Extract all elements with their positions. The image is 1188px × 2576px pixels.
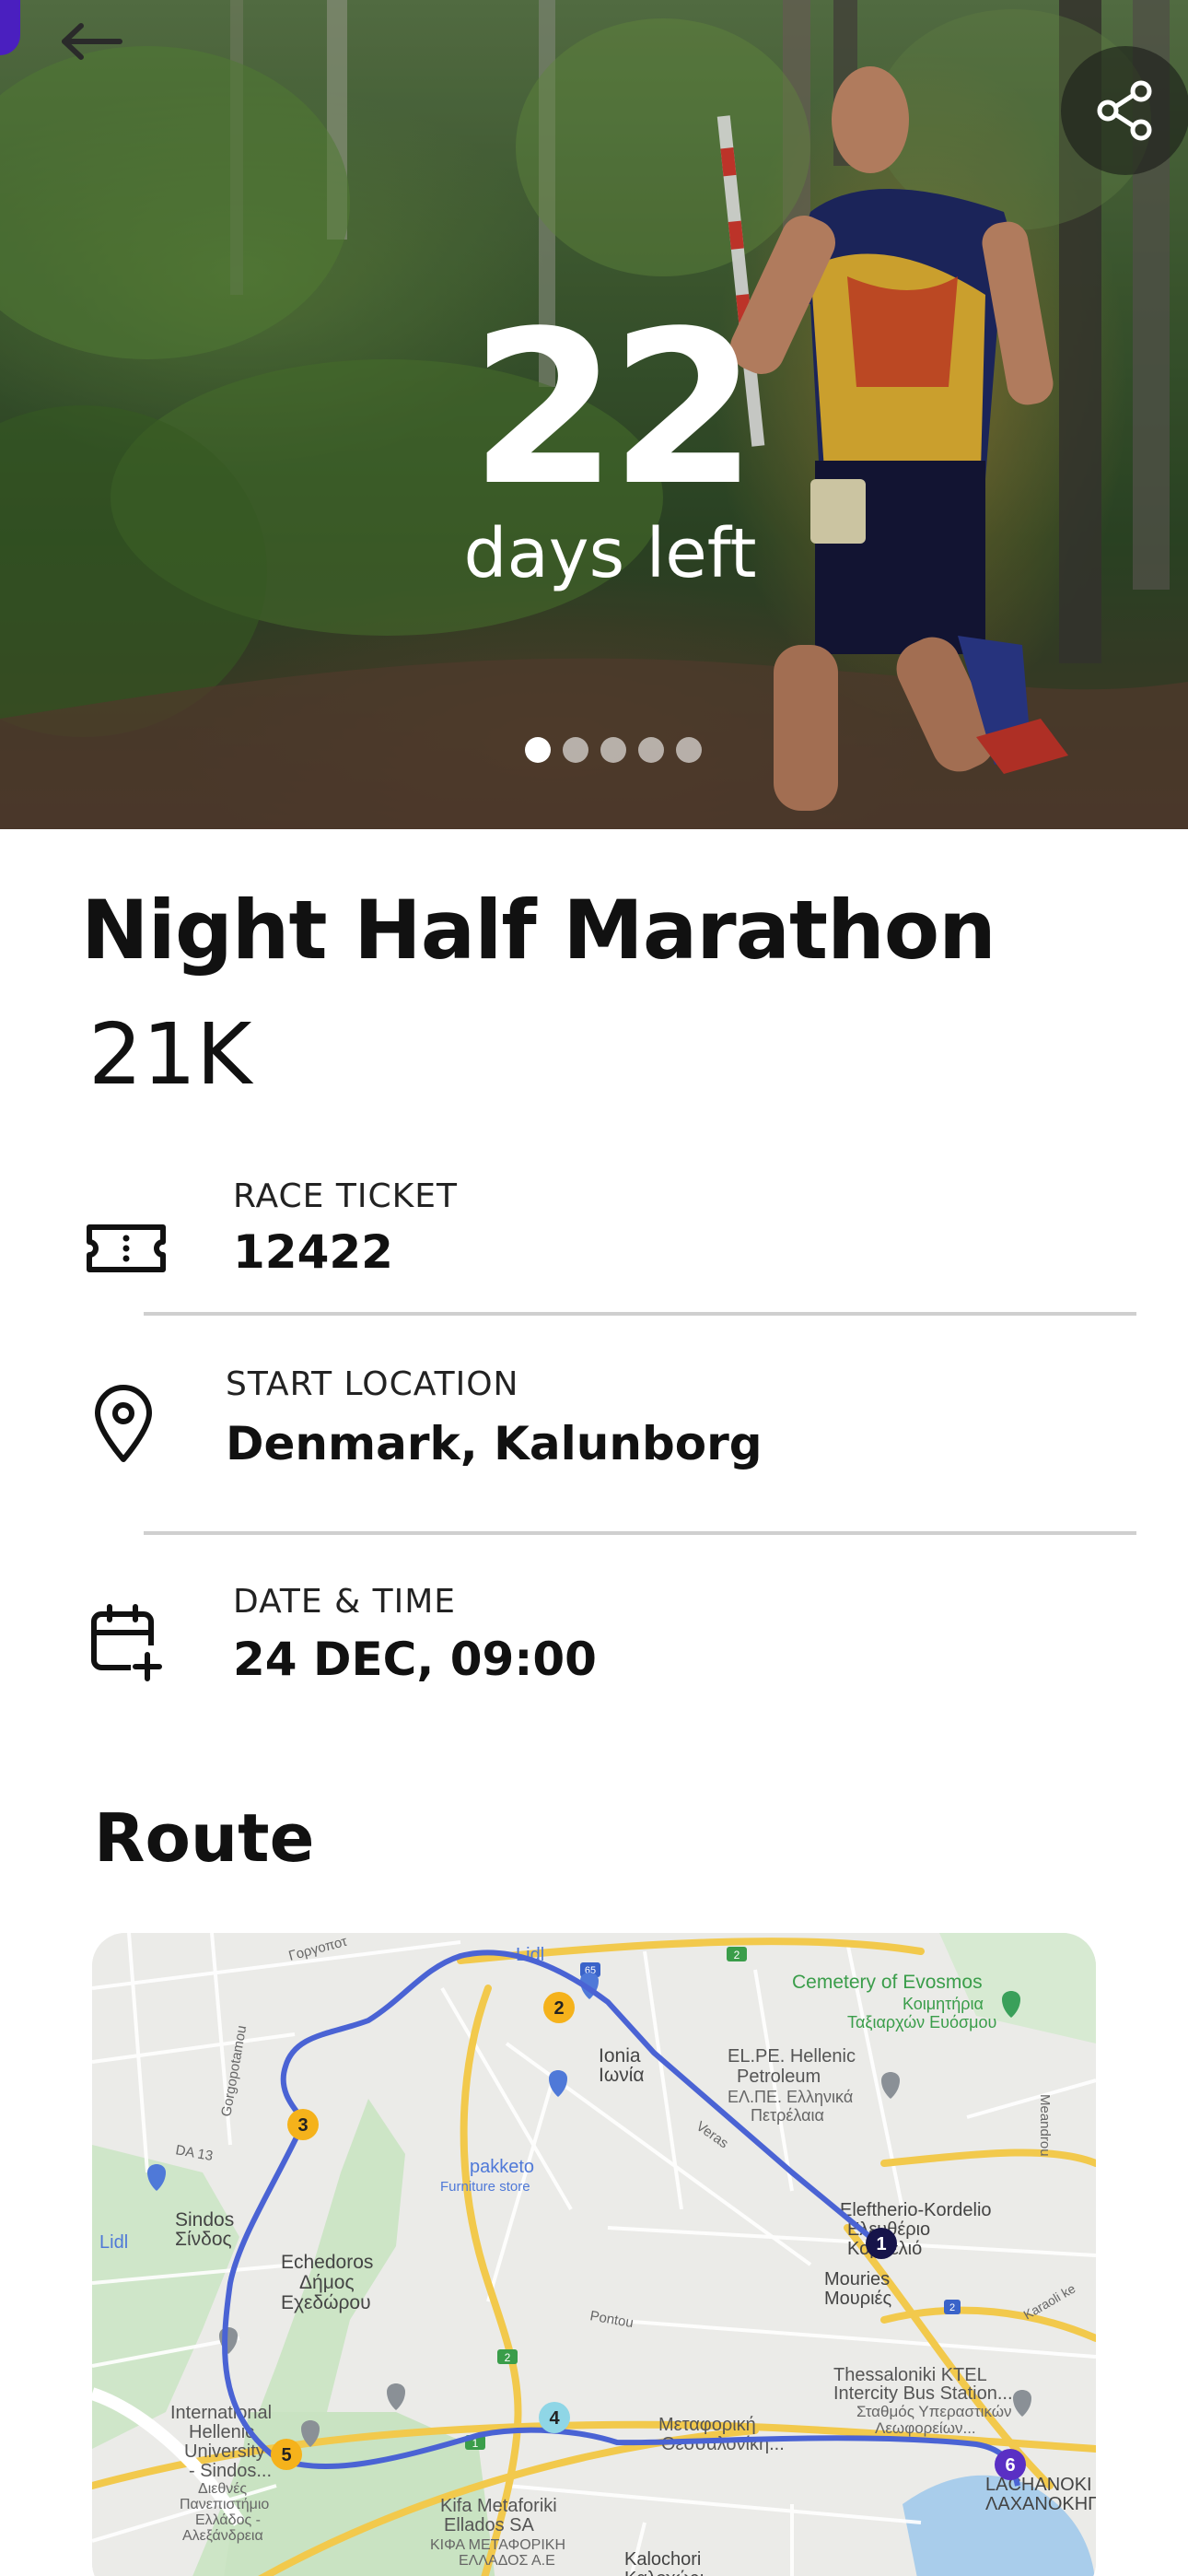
carousel-dot[interactable] [638,737,664,763]
carousel-dot[interactable] [600,737,626,763]
datetime-value: 24 DEC, 09:00 [233,1633,597,1686]
svg-text:pakketo: pakketo [470,2157,534,2177]
svg-text:Σταθμός Υπεραστικών: Σταθμός Υπεραστικών [856,2403,1012,2420]
svg-text:Lidl: Lidl [99,2232,128,2253]
svg-text:2: 2 [505,2351,511,2364]
map-pin-icon [85,1382,168,1465]
svg-text:University: University [184,2441,265,2462]
svg-text:Διεθνές: Διεθνές [198,2481,247,2497]
svg-text:Thessaloniki KTEL: Thessaloniki KTEL [833,2365,987,2385]
route-title: Route [94,1799,315,1877]
calendar-plus-icon [85,1601,168,1684]
svg-text:Κοιμητήρια: Κοιμητήρια [903,1995,984,2013]
svg-text:Λεωφορείων...: Λεωφορείων... [875,2419,976,2437]
location-label: START LOCATION [226,1365,519,1403]
svg-text:Sindos: Sindos [175,2209,234,2231]
svg-text:Petroleum: Petroleum [737,2067,821,2087]
svg-text:ΕΛΛΑΔΟΣ Α.Ε: ΕΛΛΑΔΟΣ Α.Ε [459,2553,555,2569]
divider [144,1531,1136,1535]
arrow-left-icon [62,23,122,60]
svg-text:Ταξιαρχών Ευόσμου: Ταξιαρχών Ευόσμου [847,2013,996,2032]
map-label: Cemetery of Evosmos [792,1972,983,1993]
svg-text:Ιωνία: Ιωνία [599,2065,645,2086]
svg-text:4: 4 [549,2408,560,2429]
svg-text:Πανεπιστήμιο: Πανεπιστήμιο [180,2497,269,2512]
svg-text:2: 2 [949,2302,955,2313]
svg-text:Εχεδώρου: Εχεδώρου [281,2292,371,2313]
svg-text:LACHANOKI: LACHANOKI [985,2475,1092,2495]
svg-text:Meandrou: Meandrou [1037,2094,1053,2157]
svg-text:Μουριές: Μουριές [824,2289,891,2309]
svg-text:Mouries: Mouries [824,2269,890,2289]
svg-text:Ελλάδος -: Ελλάδος - [195,2512,261,2528]
svg-text:ΕΛ.ΠΕ. Ελληνικά: ΕΛ.ΠΕ. Ελληνικά [728,2088,853,2106]
datetime-row[interactable]: DATE & TIME 24 DEC, 09:00 [0,1566,1188,1732]
countdown: 22 days left [0,287,1188,593]
svg-text:Intercity Bus Station...: Intercity Bus Station... [833,2383,1013,2404]
carousel-indicator [525,737,702,763]
carousel-dot[interactable] [676,737,702,763]
ticket-row[interactable]: RACE TICKET 12422 [0,1170,1188,1308]
svg-text:Ellados SA: Ellados SA [444,2515,534,2535]
svg-text:International: International [170,2403,272,2423]
svg-text:ΚΙΦΑ ΜΕΤΑΦΟΡΙΚΗ: ΚΙΦΑ ΜΕΤΑΦΟΡΙΚΗ [430,2537,565,2553]
svg-text:Σίνδος: Σίνδος [175,2229,232,2250]
ticket-icon [85,1207,168,1290]
svg-text:EL.PE. Hellenic: EL.PE. Hellenic [728,2046,856,2067]
location-row[interactable]: START LOCATION Denmark, Kalunborg [0,1354,1188,1520]
carousel-dot[interactable] [525,737,551,763]
datetime-label: DATE & TIME [233,1583,457,1621]
ticket-label: RACE TICKET [233,1177,458,1215]
svg-text:Furniture store: Furniture store [440,2179,530,2195]
location-value: Denmark, Kalunborg [226,1417,763,1470]
carousel-dot[interactable] [563,737,588,763]
svg-text:ΛΑΧΑΝΟΚΗΠ: ΛΑΧΑΝΟΚΗΠ [985,2494,1096,2514]
race-distance: 21K [88,1005,252,1104]
back-button[interactable] [44,17,136,81]
svg-text:6: 6 [1005,2455,1015,2476]
svg-text:Kalochori: Kalochori [624,2549,701,2570]
svg-text:Δήμος: Δήμος [299,2272,355,2293]
divider [144,1312,1136,1316]
countdown-number: 22 [470,287,757,533]
svg-text:Μεταφορική: Μεταφορική [658,2415,756,2435]
svg-text:Καλοχώρι: Καλοχώρι [624,2569,704,2576]
svg-text:5: 5 [281,2445,291,2465]
svg-text:Αλεξάνδρεια: Αλεξάνδρεια [182,2528,263,2544]
svg-text:Πετρέλαια: Πετρέλαια [751,2106,824,2125]
map-canvas: 2 6 5 2 1 2 Cemetery of Evosmos Κοιμητήρι… [92,1933,1096,2576]
race-title: Night Half Marathon [81,883,996,978]
svg-text:Ionia: Ionia [599,2045,641,2067]
svg-text:3: 3 [297,2115,308,2136]
share-icon [1097,80,1152,141]
svg-text:Kifa Metaforiki: Kifa Metaforiki [440,2496,557,2516]
svg-text:Eleftherio-Kordelio: Eleftherio-Kordelio [840,2200,992,2220]
countdown-label: days left [463,514,757,593]
svg-text:Echedoros: Echedoros [281,2252,373,2273]
route-map[interactable]: 2 6 5 2 1 2 Cemetery of Evosmos Κοιμητήρι… [92,1933,1096,2576]
svg-text:2: 2 [553,1998,564,2019]
ticket-value: 12422 [233,1225,393,1279]
svg-text:1: 1 [876,2234,886,2254]
svg-text:- Sindos...: - Sindos... [189,2461,272,2481]
svg-text:2: 2 [734,1949,740,1961]
share-button[interactable] [1061,46,1188,175]
